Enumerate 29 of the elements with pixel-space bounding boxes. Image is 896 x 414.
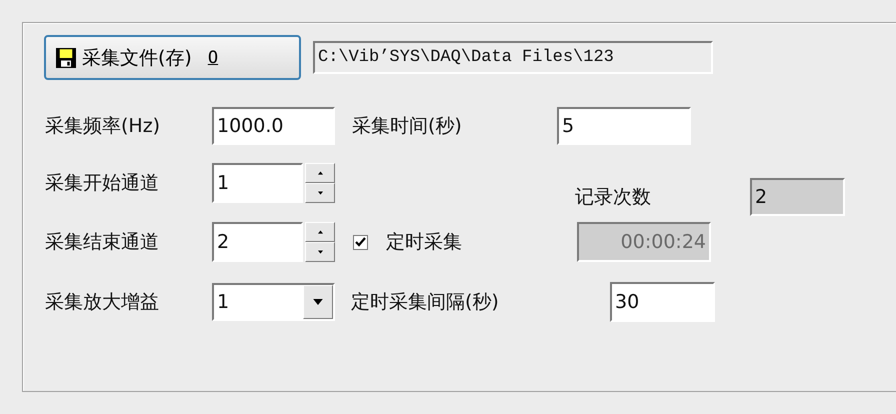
start-channel-field[interactable]: 1 — [212, 163, 303, 203]
acquisition-time-label: 采集时间(秒) — [352, 114, 463, 139]
down-arrow-icon — [313, 299, 323, 305]
record-count-label: 记录次数 — [575, 185, 652, 210]
timed-acquisition-checkbox[interactable] — [353, 234, 368, 250]
timed-acquisition-label: 定时采集 — [386, 230, 463, 255]
sample-rate-field[interactable]: 1000.0 — [212, 107, 335, 145]
spin-up-button[interactable] — [305, 163, 335, 183]
record-count-field: 2 — [750, 178, 845, 216]
spin-down-button[interactable] — [305, 242, 335, 262]
end-channel-label: 采集结束通道 — [44, 230, 160, 255]
save-file-button[interactable]: 采集文件(存) O — [44, 35, 301, 80]
up-arrow-icon — [318, 171, 322, 175]
up-arrow-icon — [318, 230, 322, 234]
gain-dropdown[interactable]: 1 — [212, 283, 335, 321]
sample-rate-label: 采集频率(Hz) — [44, 114, 162, 139]
interval-field[interactable]: 30 — [610, 282, 715, 322]
checkmark-icon — [355, 237, 366, 247]
timer-field: 00:00:24 — [577, 222, 711, 262]
down-arrow-icon — [318, 191, 322, 195]
spin-down-button[interactable] — [305, 183, 335, 203]
interval-label: 定时采集间隔(秒) — [351, 290, 500, 315]
start-channel-label: 采集开始通道 — [44, 171, 160, 196]
gain-label: 采集放大增益 — [44, 290, 160, 315]
acquisition-time-field[interactable]: 5 — [557, 107, 691, 145]
file-path-field[interactable]: C:\Vib’SYS\DAQ\Data Files\123 — [313, 41, 713, 74]
down-arrow-icon — [318, 250, 322, 254]
end-channel-field[interactable]: 2 — [212, 222, 303, 262]
spin-up-button[interactable] — [305, 222, 335, 242]
